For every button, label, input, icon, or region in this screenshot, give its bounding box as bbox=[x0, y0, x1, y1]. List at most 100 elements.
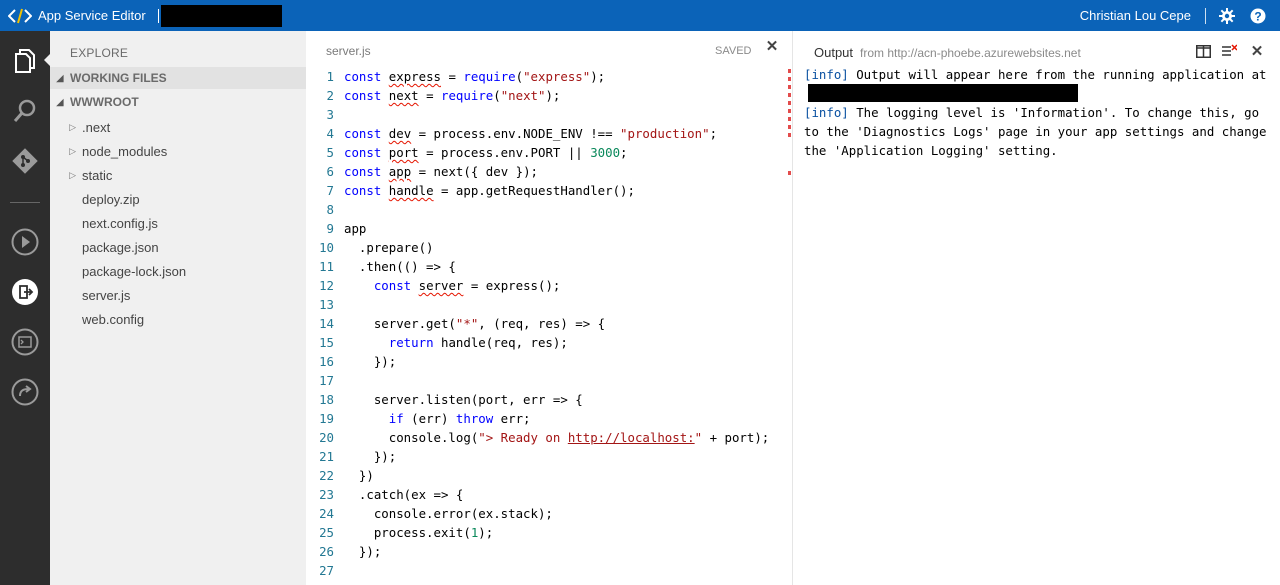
help-icon[interactable]: ? bbox=[1249, 7, 1267, 25]
search-icon[interactable] bbox=[0, 86, 50, 136]
collapse-arrow-icon: ◢ bbox=[56, 96, 64, 107]
line-content: return handle(req, res); bbox=[388, 335, 568, 350]
split-view-icon[interactable] bbox=[1195, 43, 1211, 59]
line-content: const handle = app.getRequestHandler(); bbox=[344, 183, 635, 198]
error-marker bbox=[788, 117, 791, 121]
gear-icon[interactable] bbox=[1218, 7, 1236, 25]
git-icon[interactable] bbox=[0, 136, 50, 186]
file-next-config[interactable]: next.config.js bbox=[50, 211, 306, 235]
line-number: 11 bbox=[319, 259, 334, 274]
line-number: 18 bbox=[319, 392, 334, 407]
user-name[interactable]: Christian Lou Cepe bbox=[1080, 8, 1191, 23]
error-marker bbox=[788, 69, 791, 73]
file-package-json[interactable]: package.json bbox=[50, 235, 306, 259]
line-content: }); bbox=[344, 354, 397, 369]
code-editor[interactable]: server.js SAVED ✕ 1 const express = requi… bbox=[306, 31, 793, 585]
file-web-config[interactable]: web.config bbox=[50, 307, 306, 331]
code-line: 24 console.error(ex.stack); bbox=[306, 504, 793, 523]
error-marker bbox=[788, 171, 791, 175]
close-icon[interactable]: ✕ bbox=[1249, 43, 1265, 60]
title-separator bbox=[157, 8, 159, 23]
tree-item-label: .next bbox=[82, 119, 111, 135]
folder-node-modules[interactable]: ▷ node_modules bbox=[50, 139, 306, 163]
error-marker bbox=[788, 101, 791, 105]
line-number: 4 bbox=[326, 126, 334, 141]
tree-item-label: deploy.zip bbox=[82, 191, 140, 207]
line-number: 17 bbox=[319, 373, 334, 388]
error-marker bbox=[788, 125, 791, 129]
topbar-divider bbox=[1205, 7, 1206, 24]
tree-item-label: next.config.js bbox=[82, 215, 158, 231]
line-number: 24 bbox=[319, 506, 334, 521]
folder-static[interactable]: ▷ static bbox=[50, 163, 306, 187]
line-content: .then(() => { bbox=[344, 259, 456, 274]
line-number: 10 bbox=[319, 240, 334, 255]
code-line: 25 process.exit(1); bbox=[306, 523, 793, 542]
code-line: 26 }); bbox=[306, 542, 793, 561]
code-line: 12 const server = express(); bbox=[306, 276, 793, 295]
line-number: 14 bbox=[319, 316, 334, 331]
code-line: 16 }); bbox=[306, 352, 793, 371]
code-line: 5 const port = process.env.PORT || 3000; bbox=[306, 143, 793, 162]
line-content: }); bbox=[344, 544, 382, 559]
code-line: 9 app bbox=[306, 219, 793, 238]
code-line: 13 bbox=[306, 295, 793, 314]
line-number: 15 bbox=[319, 335, 334, 350]
tree-item-label: node_modules bbox=[82, 143, 168, 159]
code-line: 11 .then(() => { bbox=[306, 257, 793, 276]
code-line: 20 console.log("> Ready on http://localh… bbox=[306, 428, 793, 447]
file-server-js[interactable]: server.js bbox=[50, 283, 306, 307]
output-source: from http://acn-phoebe.azurewebsites.net bbox=[860, 46, 1081, 60]
tree-item-label: web.config bbox=[82, 311, 145, 327]
line-number: 27 bbox=[319, 563, 334, 578]
publish-icon[interactable] bbox=[0, 367, 50, 417]
line-content: const server = express(); bbox=[373, 278, 561, 293]
overview-ruler[interactable] bbox=[788, 67, 791, 187]
chevron-right-icon: ▷ bbox=[69, 145, 76, 156]
log-tag: [info] bbox=[804, 67, 849, 82]
line-content: process.exit(1); bbox=[344, 525, 494, 540]
run-icon[interactable] bbox=[0, 217, 50, 267]
code-line: 23 .catch(ex => { bbox=[306, 485, 793, 504]
file-deploy-zip[interactable]: deploy.zip bbox=[50, 187, 306, 211]
error-marker bbox=[788, 133, 791, 137]
code-line: 15 return handle(req, res); bbox=[306, 333, 793, 352]
working-files-label: WORKING FILES bbox=[70, 71, 167, 85]
explorer-sidebar: EXPLORE ◢ WORKING FILES ◢ WWWROOT ▷ .nex… bbox=[50, 31, 306, 585]
close-icon[interactable]: ✕ bbox=[765, 39, 779, 54]
code-line: 2 const next = require("next"); bbox=[306, 86, 793, 105]
wwwroot-header[interactable]: ◢ WWWROOT bbox=[50, 91, 306, 113]
line-content: server.get("*", (req, res) => { bbox=[344, 316, 606, 331]
line-content: const dev = process.env.NODE_ENV !== "pr… bbox=[344, 126, 718, 141]
tree-item-label: package.json bbox=[82, 239, 159, 255]
editor-filename: server.js bbox=[326, 44, 371, 58]
line-number: 9 bbox=[326, 221, 334, 236]
code-area[interactable]: 1 const express = require("express"); 2 co… bbox=[306, 67, 793, 580]
editor-header: server.js SAVED ✕ bbox=[306, 31, 792, 61]
console-icon[interactable] bbox=[0, 317, 50, 367]
output-icon[interactable] bbox=[0, 267, 50, 317]
code-line: 22 }) bbox=[306, 466, 793, 485]
folder-next[interactable]: ▷ .next bbox=[50, 115, 306, 139]
code-line: 18 server.listen(port, err => { bbox=[306, 390, 793, 409]
clear-output-icon[interactable] bbox=[1221, 43, 1237, 59]
line-content: app bbox=[344, 221, 367, 236]
line-number: 23 bbox=[319, 487, 334, 502]
explorer-icon[interactable] bbox=[0, 36, 50, 86]
working-files-header[interactable]: ◢ WORKING FILES bbox=[50, 67, 306, 89]
error-marker bbox=[788, 85, 791, 89]
svg-text:?: ? bbox=[1254, 9, 1261, 23]
log-tag: [info] bbox=[804, 105, 849, 120]
line-content: }); bbox=[344, 449, 397, 464]
line-number: 16 bbox=[319, 354, 334, 369]
chevron-right-icon: ▷ bbox=[69, 121, 76, 132]
line-number: 12 bbox=[319, 278, 334, 293]
code-line: 19 if (err) throw err; bbox=[306, 409, 793, 428]
file-package-lock[interactable]: package-lock.json bbox=[50, 259, 306, 283]
top-bar: App Service Editor Christian Lou Cepe ? bbox=[0, 0, 1280, 31]
line-number: 25 bbox=[319, 525, 334, 540]
code-line: 3 bbox=[306, 105, 793, 124]
line-number: 7 bbox=[326, 183, 334, 198]
log-message: The logging level is 'Information'. To c… bbox=[804, 105, 1267, 158]
line-number: 21 bbox=[319, 449, 334, 464]
